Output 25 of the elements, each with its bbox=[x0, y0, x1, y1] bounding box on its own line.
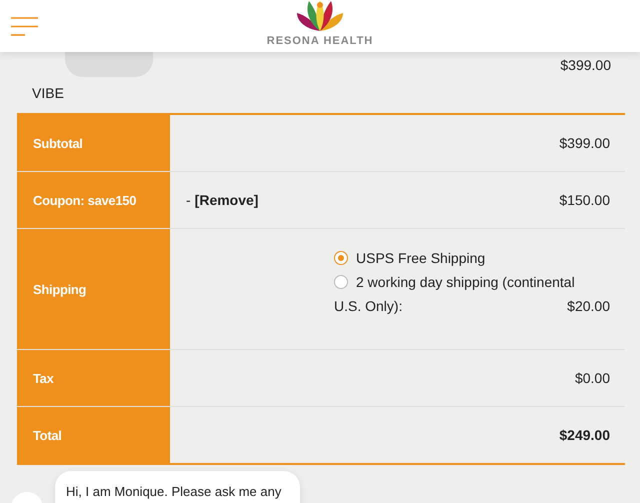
product-price: $399.00 bbox=[560, 57, 611, 73]
radio-button[interactable] bbox=[334, 251, 348, 265]
amount: $249.00 bbox=[559, 427, 610, 443]
shipping-price: $20.00 bbox=[567, 298, 610, 314]
amount: $150.00 bbox=[559, 192, 610, 208]
chat-message: Hi, I am Monique. Please ask me any bbox=[66, 484, 282, 499]
product-name: VIBE bbox=[32, 85, 65, 103]
row-label: Subtotal bbox=[17, 115, 170, 171]
dash: - bbox=[186, 192, 191, 208]
shipping-note: U.S. Only): bbox=[334, 298, 402, 314]
row-label: Tax bbox=[17, 350, 170, 406]
row-label: Shipping bbox=[17, 229, 170, 349]
shipping-option: USPS Free Shipping bbox=[356, 250, 486, 266]
shipping-option: 2 working day shipping (continental bbox=[356, 274, 575, 290]
row-label: Coupon: save150 bbox=[17, 172, 170, 228]
chat-bubble[interactable]: Hi, I am Monique. Please ask me any bbox=[55, 471, 300, 503]
remove-link[interactable]: [Remove] bbox=[194, 192, 258, 208]
lotus-logo-icon[interactable] bbox=[295, 1, 345, 33]
quantity-field[interactable] bbox=[65, 52, 153, 77]
row-label: Total bbox=[17, 407, 170, 463]
brand-name: RESONA HEALTH bbox=[266, 35, 374, 47]
amount: $0.00 bbox=[574, 370, 610, 386]
amount: $399.00 bbox=[559, 135, 610, 151]
menu-icon[interactable] bbox=[11, 17, 39, 37]
radio-button[interactable] bbox=[334, 275, 348, 289]
